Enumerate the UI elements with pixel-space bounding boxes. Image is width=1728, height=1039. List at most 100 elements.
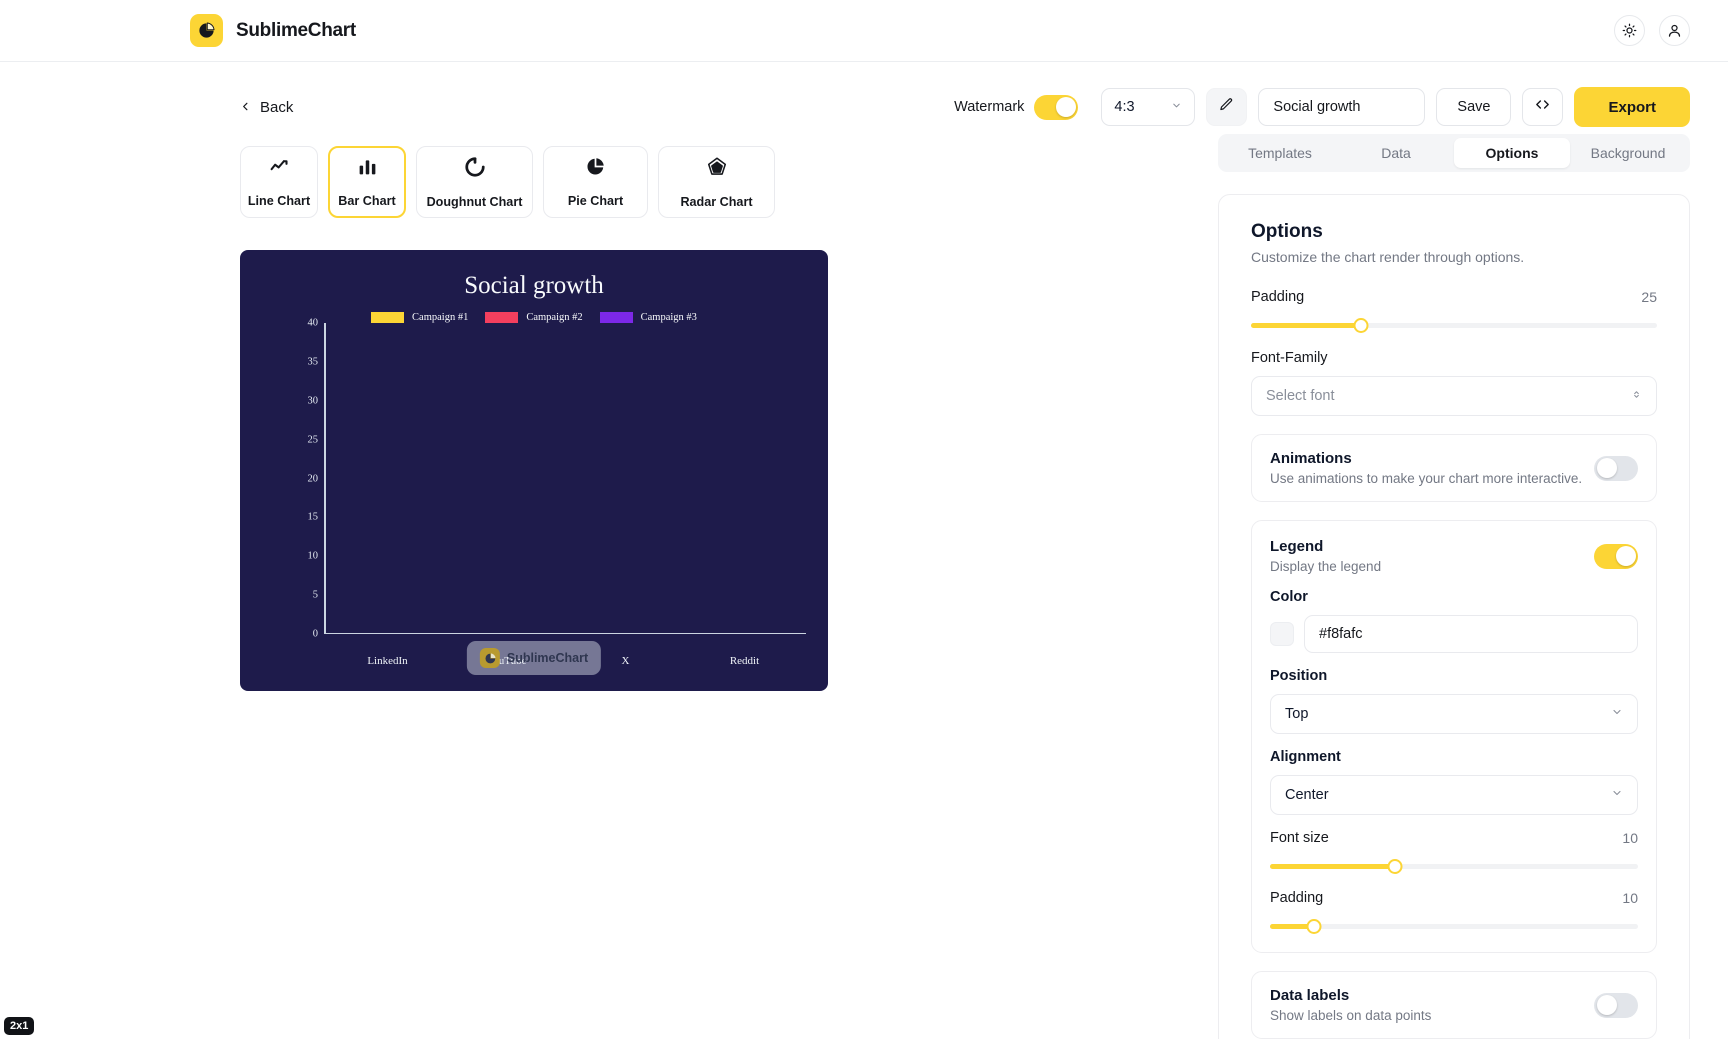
chart-type-doughnut[interactable]: Doughnut Chart [416, 146, 533, 218]
legend-alignment-label: Alignment [1270, 749, 1638, 765]
legend-position-value: Top [1285, 706, 1308, 722]
radar-chart-icon [706, 156, 728, 183]
legend-font-size-value: 10 [1622, 830, 1638, 846]
bar-groups [328, 323, 804, 633]
legend-toggle[interactable] [1594, 544, 1638, 569]
chart-type-radar[interactable]: Radar Chart [658, 146, 775, 218]
chevron-left-icon [240, 99, 251, 116]
legend-swatch [600, 312, 633, 323]
y-tick-label: 5 [288, 590, 318, 601]
y-tick-label: 15 [288, 512, 318, 523]
chevron-down-icon [1611, 706, 1623, 722]
legend-alignment-value: Center [1285, 787, 1329, 803]
legend-color-input[interactable] [1304, 615, 1638, 653]
aspect-ratio-value: 4:3 [1114, 99, 1134, 115]
back-button[interactable]: Back [240, 99, 293, 116]
chart-type-pie[interactable]: Pie Chart [543, 146, 648, 218]
legend-position-select[interactable]: Top [1270, 694, 1638, 734]
y-tick-label: 20 [288, 473, 318, 484]
chart-type-bar[interactable]: Bar Chart [328, 146, 406, 218]
x-tick-label: LinkedIn [328, 655, 447, 667]
pie-chart-logo-icon [190, 14, 223, 47]
padding-value: 25 [1641, 289, 1657, 305]
user-icon[interactable] [1659, 15, 1690, 46]
chart-legend: Campaign #1 Campaign #2 Campaign #3 [240, 312, 828, 323]
doughnut-chart-icon [464, 156, 486, 183]
font-family-select[interactable]: Select font [1251, 376, 1657, 416]
legend-position-label: Position [1270, 668, 1638, 684]
y-tick-label: 40 [288, 318, 318, 329]
tab-data[interactable]: Data [1338, 138, 1454, 168]
options-sidebar: Templates Data Options Background Option… [1218, 134, 1690, 1039]
legend-title: Legend [1270, 538, 1381, 555]
line-chart-icon [269, 156, 290, 182]
embed-code-button[interactable] [1522, 88, 1563, 126]
zoom-badge: 2x1 [4, 1017, 34, 1035]
tab-options[interactable]: Options [1454, 138, 1570, 168]
tab-background[interactable]: Background [1570, 138, 1686, 168]
legend-label: Campaign #2 [526, 312, 582, 323]
data-labels-card: Data labels Show labels on data points [1251, 971, 1657, 1039]
chart-type-selector: Line Chart Bar Chart Doughnut Chart Pie … [240, 146, 900, 218]
animations-toggle[interactable] [1594, 456, 1638, 481]
back-label: Back [260, 99, 293, 116]
animations-title: Animations [1270, 450, 1582, 467]
panel-heading: Options [1251, 221, 1657, 243]
watermark-toggle[interactable] [1034, 95, 1078, 120]
watermark-logo-icon [480, 648, 500, 668]
chart-type-label: Line Chart [248, 194, 310, 208]
legend-label: Campaign #1 [412, 312, 468, 323]
chevron-down-icon [1611, 787, 1623, 803]
editor-toolbar: Back Watermark 4:3 Save Export [0, 62, 1728, 134]
app-header: SublimeChart [0, 0, 1728, 62]
y-tick-label: 25 [288, 434, 318, 445]
chart-watermark: SublimeChart [467, 641, 601, 675]
legend-color-label: Color [1270, 589, 1638, 605]
legend-swatch [485, 312, 518, 323]
chevron-down-icon [1171, 99, 1182, 115]
font-family-label: Font-Family [1251, 350, 1657, 366]
y-tick-label: 35 [288, 356, 318, 367]
font-family-value: Select font [1266, 388, 1335, 404]
legend-desc: Display the legend [1270, 559, 1381, 574]
pencil-icon [1219, 97, 1234, 117]
watermark-text: SublimeChart [507, 651, 588, 665]
x-axis [324, 633, 806, 635]
chart-type-label: Pie Chart [568, 194, 623, 208]
brand-name: SublimeChart [236, 20, 356, 42]
panel-subheading: Customize the chart render through optio… [1251, 249, 1657, 265]
data-labels-toggle[interactable] [1594, 993, 1638, 1018]
legend-padding-value: 10 [1622, 890, 1638, 906]
code-brackets-icon [1534, 96, 1551, 118]
tab-templates[interactable]: Templates [1222, 138, 1338, 168]
padding-label: Padding [1251, 289, 1304, 305]
legend-font-size-slider[interactable] [1270, 859, 1638, 875]
chart-plot-area: 4035302520151050 LinkedInYouTubeXReddit [286, 323, 806, 634]
watermark-label: Watermark [954, 99, 1024, 115]
save-button[interactable]: Save [1436, 88, 1511, 126]
chevron-updown-icon [1631, 388, 1642, 404]
edit-title-button[interactable] [1206, 88, 1247, 126]
legend-color-swatch[interactable] [1270, 622, 1294, 646]
legend-padding-slider[interactable] [1270, 919, 1638, 935]
chart-title-input[interactable] [1258, 88, 1425, 126]
y-tick-label: 0 [288, 629, 318, 640]
brand[interactable]: SublimeChart [190, 14, 356, 47]
legend-label: Campaign #3 [641, 312, 697, 323]
animations-desc: Use animations to make your chart more i… [1270, 471, 1582, 486]
options-panel: Options Customize the chart render throu… [1218, 194, 1690, 1039]
legend-item: Campaign #2 [485, 312, 582, 323]
sun-icon[interactable] [1614, 15, 1645, 46]
legend-alignment-select[interactable]: Center [1270, 775, 1638, 815]
export-button[interactable]: Export [1574, 87, 1690, 127]
padding-slider[interactable] [1251, 318, 1657, 334]
chart-type-line[interactable]: Line Chart [240, 146, 318, 218]
panel-tabs: Templates Data Options Background [1218, 134, 1690, 172]
chart-type-label: Radar Chart [680, 195, 752, 209]
aspect-ratio-select[interactable]: 4:3 [1101, 88, 1195, 126]
chart-preview[interactable]: Social growth Campaign #1 Campaign #2 Ca… [240, 250, 828, 691]
data-labels-title: Data labels [1270, 987, 1431, 1004]
legend-item: Campaign #3 [600, 312, 697, 323]
animations-card: Animations Use animations to make your c… [1251, 434, 1657, 502]
y-axis [324, 323, 326, 634]
